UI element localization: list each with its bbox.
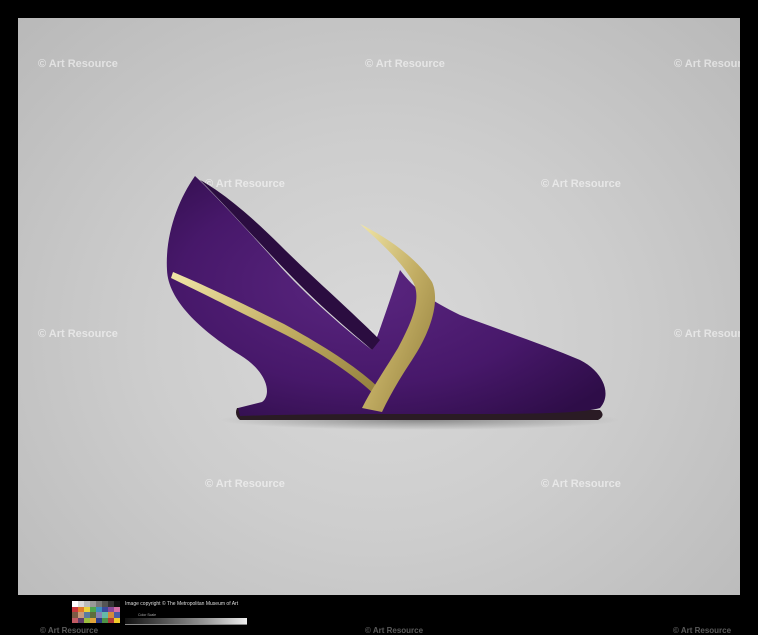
- product-photo: © Art Resource © Art Resource © Art Reso…: [18, 18, 740, 595]
- ruler: [125, 624, 247, 628]
- scale-label: Color Scale: [138, 613, 157, 617]
- watermark: © Art Resource: [365, 626, 424, 635]
- color-calibration-chart: [72, 601, 120, 623]
- purple-wedge-shoe: [166, 176, 620, 430]
- copyright-caption: Image copyright © The Metropolitan Museu…: [125, 601, 239, 607]
- watermark: © Art Resource: [673, 626, 732, 635]
- watermark: © Art Resource: [40, 626, 99, 635]
